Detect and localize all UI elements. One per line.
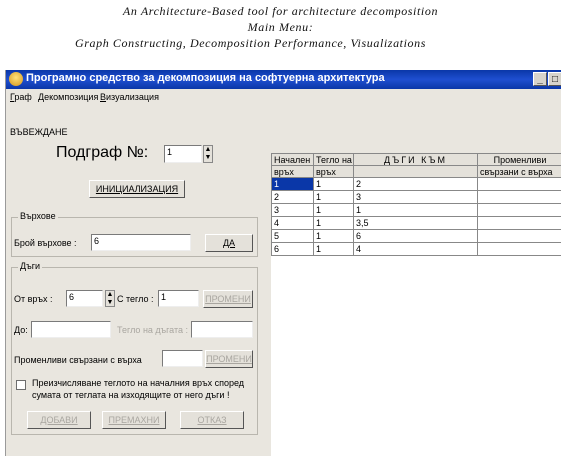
menu-graph[interactable]: Граф [10,92,32,102]
column-header-sub [353,165,478,178]
table-row[interactable]: 516 [271,229,561,243]
table-cell[interactable] [477,216,561,230]
table-cell[interactable] [477,190,561,204]
table-cell[interactable]: 1 [313,242,354,256]
table-cell[interactable]: 1 [313,177,354,191]
arcs-group-title: Дъги [18,261,43,271]
spin-up-icon[interactable]: ▲ [106,291,114,299]
minimize-button[interactable]: _ [533,72,547,86]
caption-line-2: Main Menu: [247,20,314,34]
add-button[interactable]: ДОБАВИ [27,411,91,429]
table-cell[interactable]: 1 [271,177,314,191]
column-header[interactable]: Тегло на [313,153,354,166]
caption-line-1: An Architecture-Based tool for architect… [122,4,439,18]
menu-bar: Граф Декомпозиция Визуализация [6,89,561,107]
vars-field[interactable] [162,350,203,367]
caption-line-3: Graph Constructing, Decomposition Perfor… [74,36,427,50]
spin-down-icon[interactable]: ▼ [106,299,114,307]
cancel-button[interactable]: ОТКАЗ [180,411,244,429]
maximize-button[interactable]: □ [548,72,561,86]
window-title: Програмно средство за декомпозиция на со… [26,72,385,84]
table-cell[interactable]: 1 [313,190,354,204]
table-row[interactable]: 213 [271,190,561,204]
remove-button[interactable]: ПРЕМАХНИ [102,411,166,429]
table-cell[interactable]: 3,5 [353,216,478,230]
vertices-group-title: Върхове [18,211,58,221]
table-cell[interactable]: 2 [353,177,478,191]
recalculate-text-line-1: Преизчисляване теглото на началния връх … [32,378,245,388]
column-header-sub: свързани с върха [477,165,561,178]
table-cell[interactable]: 4 [353,242,478,256]
table-cell[interactable]: 4 [271,216,314,230]
table-row[interactable]: 112 [271,177,561,191]
column-header[interactable]: ДЪГИ КЪМ [353,153,478,166]
spin-down-icon[interactable]: ▼ [204,154,212,162]
table-cell[interactable]: 1 [313,229,354,243]
table-cell[interactable] [477,229,561,243]
change-vars-button[interactable]: ПРОМЕНИ [205,350,253,368]
weight-label: С тегло : [117,294,154,304]
table-row[interactable]: 614 [271,242,561,256]
vertex-count-field[interactable]: 6 [91,234,191,251]
title-bar[interactable]: Програмно средство за декомпозиция на со… [6,70,561,89]
arcs-table[interactable]: Начален Тегло на ДЪГИ КЪМ Променливи връ… [271,153,561,456]
change-weight-button[interactable]: ПРОМЕНИ [203,290,253,308]
input-heading: ВЪВЕЖДАНЕ [10,127,68,137]
column-header-sub: връх [313,165,354,178]
from-vertex-field[interactable]: 6 [66,290,103,307]
to-field[interactable] [31,321,111,338]
column-header-sub: връх [271,165,314,178]
initialize-button[interactable]: ИНИЦИАЛИЗАЦИЯ [89,180,185,198]
table-row[interactable]: 4 1 3,5 [271,216,561,230]
spin-up-icon[interactable]: ▲ [204,146,212,154]
subgraph-label: Подграф №: [56,144,149,161]
table-cell[interactable]: 2 [271,190,314,204]
from-vertex-spinner[interactable]: ▲ ▼ [105,290,115,307]
table-cell[interactable]: 1 [313,216,354,230]
weight-field[interactable]: 1 [158,290,199,307]
arc-weight-field[interactable] [191,321,253,338]
vars-label: Променливи свързани с върха [14,355,142,365]
app-window: Програмно средство за декомпозиция на со… [5,70,561,456]
menu-visualization[interactable]: Визуализация [100,92,159,102]
table-cell[interactable]: 3 [271,203,314,217]
table-cell[interactable]: 1 [313,203,354,217]
from-vertex-label: От връх : [14,294,53,304]
recalculate-checkbox[interactable] [16,380,26,390]
column-header[interactable]: Променливи [477,153,561,166]
table-header-row: Начален Тегло на ДЪГИ КЪМ Променливи [271,153,561,166]
table-cell[interactable] [477,203,561,217]
table-header-row-2: връх връх свързани с върха [271,165,561,178]
table-cell[interactable] [477,177,561,191]
table-cell[interactable]: 1 [353,203,478,217]
table-cell[interactable]: 6 [271,242,314,256]
menu-decomposition[interactable]: Декомпозиция [38,92,98,102]
vertex-count-label: Брой върхове : [14,238,77,248]
table-cell[interactable]: 3 [353,190,478,204]
table-row[interactable]: 311 [271,203,561,217]
table-cell[interactable]: 5 [271,229,314,243]
arc-weight-label: Тегло на дъгата : [117,325,189,335]
recalculate-text-line-2: сумата от теглата на изходящите от него … [32,390,230,400]
subgraph-spinner[interactable]: ▲ ▼ [203,145,213,163]
column-header[interactable]: Начален [271,153,314,166]
subgraph-number-field[interactable]: 1 [164,145,202,163]
app-icon [9,72,23,86]
yes-button[interactable]: ДА [205,234,253,252]
table-cell[interactable] [477,242,561,256]
to-label: До: [14,325,28,335]
table-cell[interactable]: 6 [353,229,478,243]
